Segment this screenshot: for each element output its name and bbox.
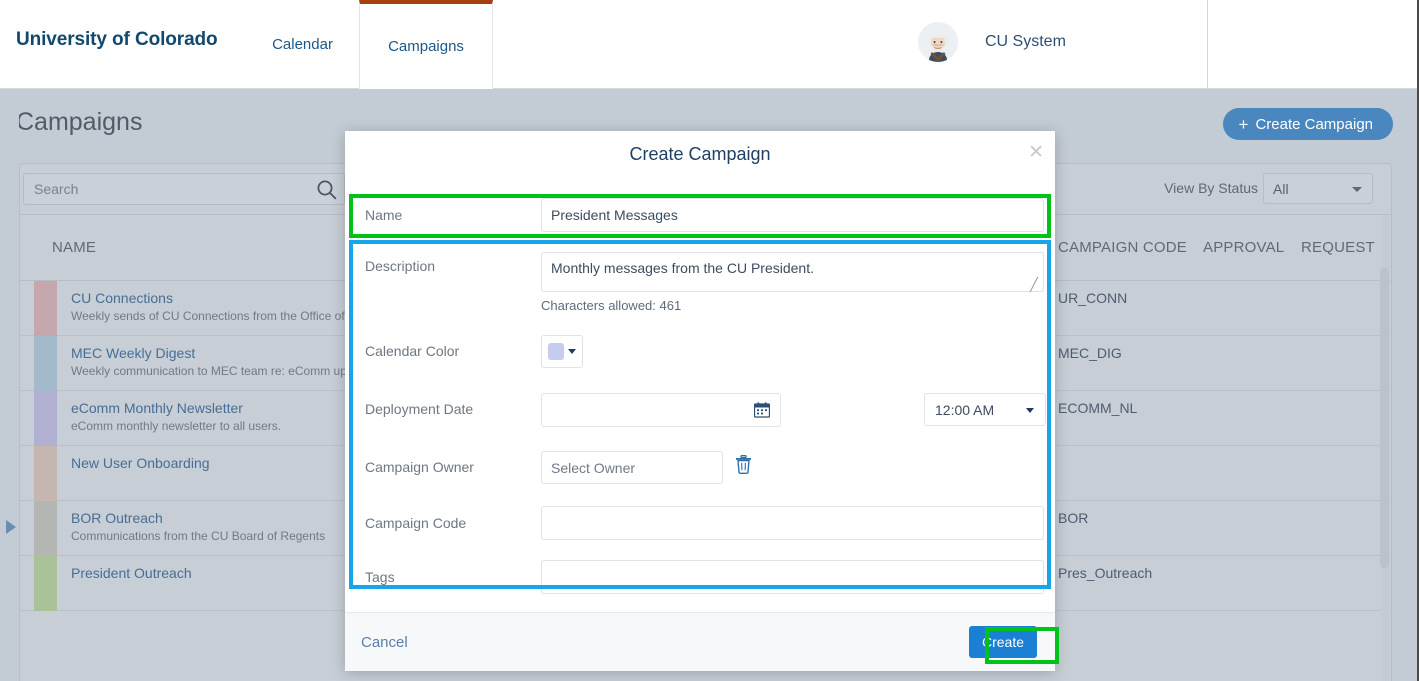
row-campaign-name[interactable]: New User Onboarding [71,455,210,471]
nav-tab-campaigns-label: Campaigns [388,37,464,55]
view-by-status-label: View By Status [1164,180,1258,196]
calendar-color-picker-button[interactable] [541,335,583,368]
create-button[interactable]: Create [969,626,1037,658]
row-color-swatch [34,336,57,391]
row-campaign-name[interactable]: BOR Outreach [71,510,163,526]
tags-input[interactable] [541,560,1044,594]
table-column-name[interactable]: NAME [52,239,96,256]
row-color-swatch [34,281,57,336]
characters-allowed-label: Characters allowed: 461 [541,298,682,313]
field-row-tags: Tags [345,540,1055,594]
plus-icon: + [1238,114,1249,134]
row-campaign-code: BOR [1058,510,1089,526]
table-column-campaign-code[interactable]: CAMPAIGN CODE [1058,239,1187,256]
row-color-swatch [34,446,57,501]
user-menu[interactable]: CU System [918,22,1066,62]
field-row-calendar-color: Calendar Color [345,313,1055,368]
search-box[interactable] [23,173,345,205]
field-row-campaign-code: Campaign Code [345,484,1055,540]
campaign-code-input[interactable] [541,506,1044,540]
chevron-down-icon [1352,187,1362,192]
brand-title: University of Colorado [16,29,218,50]
user-name-label: CU System [985,33,1066,50]
deployment-time-value: 12:00 AM [935,401,995,418]
create-campaign-modal: Create Campaign ✕ Name Description ╱ Cha… [345,131,1055,671]
row-campaign-name[interactable]: President Outreach [71,565,192,581]
chevron-down-icon [1026,408,1034,413]
row-campaign-code: MEC_DIG [1058,345,1122,361]
table-column-request[interactable]: REQUEST [1301,239,1375,256]
modal-header: Create Campaign ✕ [345,131,1055,180]
nav-tab-calendar[interactable]: Calendar [250,0,355,89]
deployment-time-select[interactable]: 12:00 AM [924,393,1046,426]
field-row-campaign-owner: Campaign Owner [345,427,1055,484]
field-row-name: Name [345,180,1055,232]
row-color-swatch [34,391,57,446]
campaign-code-label: Campaign Code [365,515,467,531]
chevron-down-icon [568,349,576,354]
nav-tab-calendar-label: Calendar [272,36,333,53]
list-scrollbar-thumb[interactable] [1380,268,1389,568]
close-icon[interactable]: ✕ [1028,143,1044,162]
view-by-status-select[interactable]: All [1263,173,1373,204]
view-by-status-value: All [1273,180,1289,197]
row-campaign-name[interactable]: MEC Weekly Digest [71,345,195,361]
row-campaign-code: UR_CONN [1058,290,1128,306]
modal-body: Name Description ╱ Characters allowed: 4… [345,180,1055,612]
table-column-approval[interactable]: APPROVAL [1203,239,1284,256]
calendar-icon[interactable] [753,402,771,418]
modal-title: Create Campaign [629,144,771,164]
application-window: University of Colorado Calendar Campaign… [0,0,1419,681]
description-textarea[interactable] [541,252,1044,292]
deployment-date-label: Deployment Date [365,401,474,417]
tags-label: Tags [365,569,395,585]
name-label: Name [365,207,403,223]
campaign-owner-input[interactable] [541,451,723,484]
resize-grip-icon[interactable]: ╱ [1030,278,1038,291]
trash-icon[interactable] [735,454,752,479]
campaign-owner-label: Campaign Owner [365,459,474,475]
nav-divider [1207,0,1208,89]
cancel-button[interactable]: Cancel [361,634,408,651]
row-campaign-name[interactable]: CU Connections [71,290,173,306]
row-campaign-code: ECOMM_NL [1058,400,1138,416]
deployment-date-input[interactable] [541,393,781,427]
row-campaign-name[interactable]: eComm Monthly Newsletter [71,400,243,416]
row-color-swatch [34,556,57,611]
user-avatar-einstein-icon [918,22,958,62]
panel-left-rail [0,89,19,629]
name-input[interactable] [541,198,1044,232]
page-title: Campaigns [16,108,143,136]
row-expander-icon[interactable] [6,520,16,534]
search-icon[interactable] [316,179,337,200]
field-row-deployment-date: Deployment Date 12:00 AM [345,368,1055,427]
search-input[interactable] [32,174,302,204]
row-color-swatch [34,501,57,556]
list-scrollbar-track[interactable] [1380,216,1390,681]
nav-tab-campaigns[interactable]: Campaigns [359,0,493,89]
calendar-color-label: Calendar Color [365,343,460,359]
top-navigation-bar: University of Colorado Calendar Campaign… [0,0,1419,89]
calendar-color-swatch [548,343,564,360]
field-row-description: Description ╱ Characters allowed: 461 [345,232,1055,313]
create-campaign-button-label: Create Campaign [1255,115,1373,133]
create-campaign-button[interactable]: + Create Campaign [1222,108,1393,140]
row-campaign-code: Pres_Outreach [1058,565,1153,581]
modal-footer: Cancel Create [345,612,1055,671]
description-label: Description [365,258,436,274]
